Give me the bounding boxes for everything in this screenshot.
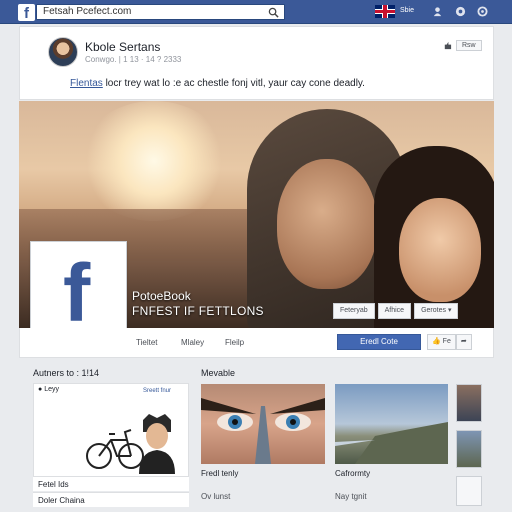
page-subtitle: FNFEST IF FETTLONS bbox=[132, 304, 264, 318]
facebook-logo-icon: f bbox=[63, 248, 91, 339]
list-item[interactable]: Fetel Ids bbox=[33, 476, 189, 491]
tile-caption[interactable]: Cafrormty bbox=[335, 469, 370, 478]
share-icon: ➦ bbox=[460, 338, 467, 345]
middle-section-title: Mevable bbox=[201, 368, 236, 378]
more-label: Ov lunst bbox=[201, 492, 231, 501]
post-author-name[interactable]: Kbole Sertans bbox=[85, 40, 160, 54]
page-profile-picture[interactable]: f bbox=[30, 241, 127, 341]
photo-tile-eyes[interactable] bbox=[201, 384, 325, 464]
follow-icon[interactable] bbox=[443, 41, 452, 50]
user-icon: ● bbox=[38, 386, 43, 393]
facebook-logo-icon[interactable]: f bbox=[18, 4, 35, 22]
post-text: locr trey wat lo :e ac chestle fonj vitl… bbox=[102, 78, 365, 89]
tab-timeline[interactable]: Tieltet bbox=[136, 338, 158, 347]
thumbnail[interactable] bbox=[456, 384, 482, 422]
thumbnail[interactable] bbox=[456, 430, 482, 468]
chevron-down-icon: ▾ bbox=[447, 307, 452, 314]
cover-button-2[interactable]: Afhice bbox=[377, 303, 412, 319]
page-tabs bbox=[19, 328, 494, 358]
cover-button-1[interactable]: Feteryab bbox=[333, 303, 375, 319]
tile-caption[interactable]: Fredl tenly bbox=[201, 469, 238, 478]
friends-icon[interactable] bbox=[432, 6, 443, 17]
post-body: Flentas locr trey wat lo :e ac chestle f… bbox=[70, 78, 365, 89]
contact-button[interactable]: Eredl Cote bbox=[337, 334, 421, 350]
like-button[interactable]: 👍 Fe bbox=[427, 334, 456, 350]
notifications-icon[interactable] bbox=[455, 6, 466, 17]
like-icon: 👍 bbox=[432, 338, 441, 345]
like-button-group: 👍 Fe ➦ bbox=[427, 334, 472, 350]
cover-action-buttons: Feteryab Afhice Gerotes ▾ bbox=[333, 303, 461, 319]
cover-button-3[interactable]: Gerotes ▾ bbox=[414, 303, 459, 319]
search-value: Fetsah Pcefect.com bbox=[43, 6, 132, 17]
tab-photos[interactable]: Fleilp bbox=[225, 338, 244, 347]
post-meta: Conwgo. | 1 13 · 14 ? 2333 bbox=[85, 55, 182, 64]
settings-icon[interactable] bbox=[477, 6, 488, 17]
tab-about[interactable]: Mlaley bbox=[181, 338, 204, 347]
more-label: Nay tgnit bbox=[335, 492, 367, 501]
left-section-title: Autners to : 1!14 bbox=[33, 368, 100, 378]
list-item[interactable]: Doler Chaina bbox=[33, 492, 189, 507]
avatar[interactable] bbox=[48, 37, 78, 67]
page-title: PotoeBook bbox=[132, 289, 191, 303]
nav-link[interactable]: Sbie bbox=[400, 7, 414, 14]
language-flag-icon[interactable] bbox=[375, 5, 395, 18]
post-link[interactable]: Flentas bbox=[70, 78, 103, 89]
search-input[interactable]: Fetsah Pcefect.com bbox=[36, 4, 285, 20]
follow-group: Rsw bbox=[443, 38, 482, 52]
photo-tile-coast[interactable] bbox=[335, 384, 448, 464]
person-photo bbox=[139, 414, 175, 474]
top-navigation-bar: f Fetsah Pcefect.com Sbie bbox=[0, 0, 512, 24]
search-icon[interactable] bbox=[268, 7, 279, 18]
follow-button[interactable]: Rsw bbox=[456, 39, 482, 51]
left-card-link[interactable]: Sreett fnur bbox=[143, 388, 171, 394]
thumbnail[interactable] bbox=[456, 476, 482, 506]
left-card-heading: ● Leyy bbox=[38, 386, 59, 393]
share-button[interactable]: ➦ bbox=[455, 334, 472, 350]
